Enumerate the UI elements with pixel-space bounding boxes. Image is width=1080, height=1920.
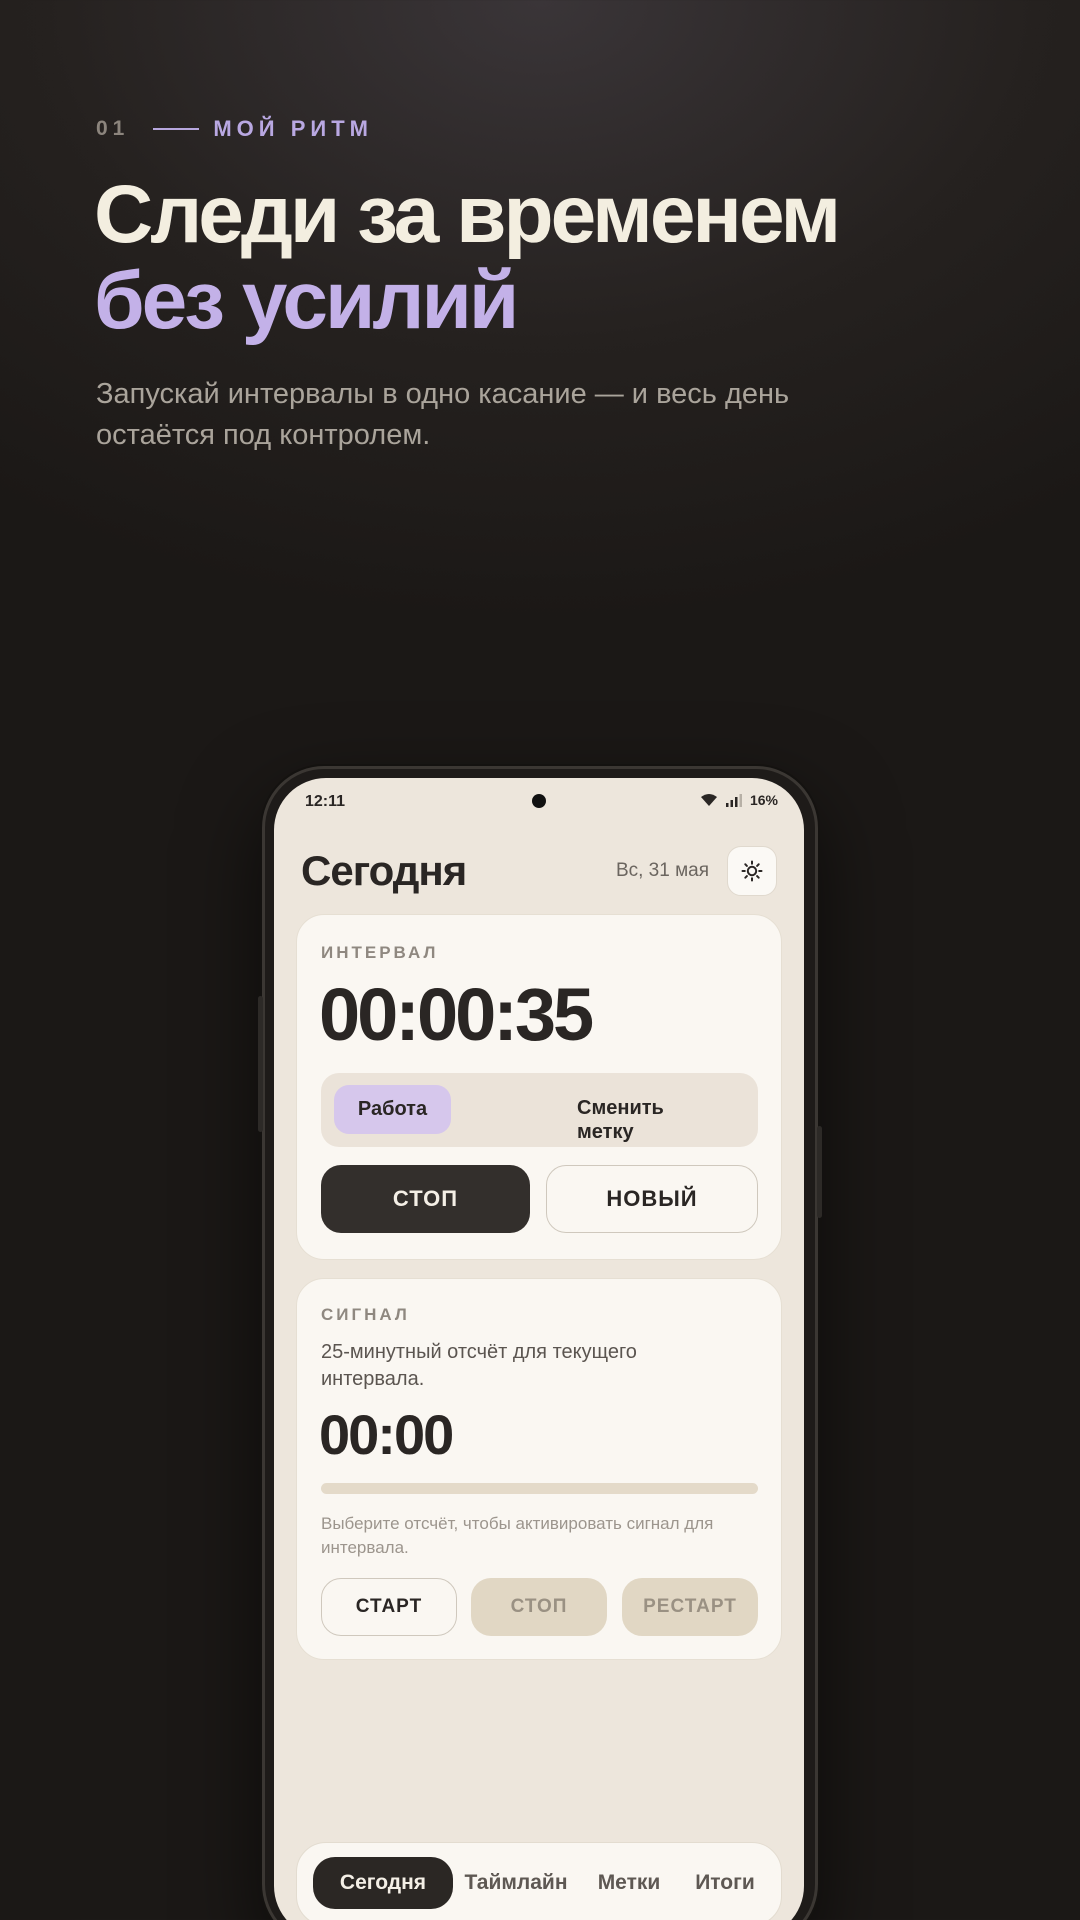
promo-subtitle: Запускай интервалы в одно касание — и ве… [96,378,790,451]
wifi-icon [700,794,717,806]
nav-item-summary[interactable]: Итоги [683,1857,767,1909]
interval-label: ИНТЕРВАЛ [321,943,439,962]
status-time: 12:11 [305,793,346,810]
signal-label: СИГНАЛ [321,1305,410,1324]
phone-screen: 12:11 16% Сегодня Вс, 31 мая ИНТЕРВАЛ 00… [274,778,804,1920]
signal-card: СИГНАЛ 25-минутный отсчёт для текущего и… [296,1278,782,1660]
theme-toggle-button[interactable] [727,846,777,896]
interval-card: ИНТЕРВАЛ 00:00:35 Работа Сменить метку С… [296,914,782,1260]
headline-line-2: без усилий [94,255,519,346]
signal-stop-button[interactable]: СТОП [471,1578,607,1636]
bottom-nav: Сегодня Таймлайн Метки Итоги [296,1842,782,1920]
battery-level: 16% [749,792,778,808]
promo-headline: Следи за временем без усилий [94,169,841,346]
nav-item-tags[interactable]: Метки [587,1857,671,1909]
section-tag: МОЙ РИТМ [213,116,373,141]
change-tag-button[interactable]: Сменить метку [577,1096,697,1144]
status-bar: 12:11 16% [274,778,804,826]
phone-side-button-left [258,996,263,1132]
signal-icon [725,793,742,807]
phone-side-button-right [817,1126,822,1218]
signal-progress-bar [321,1483,758,1494]
tag-switcher: Работа Сменить метку [321,1073,758,1147]
headline-line-1: Следи за временем [94,169,841,260]
new-interval-button[interactable]: НОВЫЙ [546,1165,758,1233]
sun-icon [741,860,763,882]
signal-hint: Выберите отсчёт, чтобы активировать сигн… [321,1514,714,1557]
camera-cutout [532,794,546,808]
signal-countdown: 00:00 [319,1403,454,1466]
app-header: Сегодня Вс, 31 мая [301,842,777,900]
signal-restart-button[interactable]: РЕСТАРТ [622,1578,758,1636]
nav-item-today[interactable]: Сегодня [313,1857,453,1909]
active-tag-chip[interactable]: Работа [334,1085,451,1134]
signal-start-button[interactable]: СТАРТ [321,1578,457,1636]
signal-description: 25-минутный отсчёт для текущего интервал… [321,1341,637,1390]
eyebrow-divider [153,128,200,130]
current-date: Вс, 31 мая [615,860,709,881]
stop-interval-button[interactable]: СТОП [321,1165,530,1233]
section-eyebrow: 01 МОЙ РИТМ [96,116,373,142]
nav-item-timeline[interactable]: Таймлайн [461,1857,571,1909]
page-title: Сегодня [301,847,467,894]
interval-elapsed-time: 00:00:35 [319,973,594,1056]
section-index: 01 [96,117,130,140]
